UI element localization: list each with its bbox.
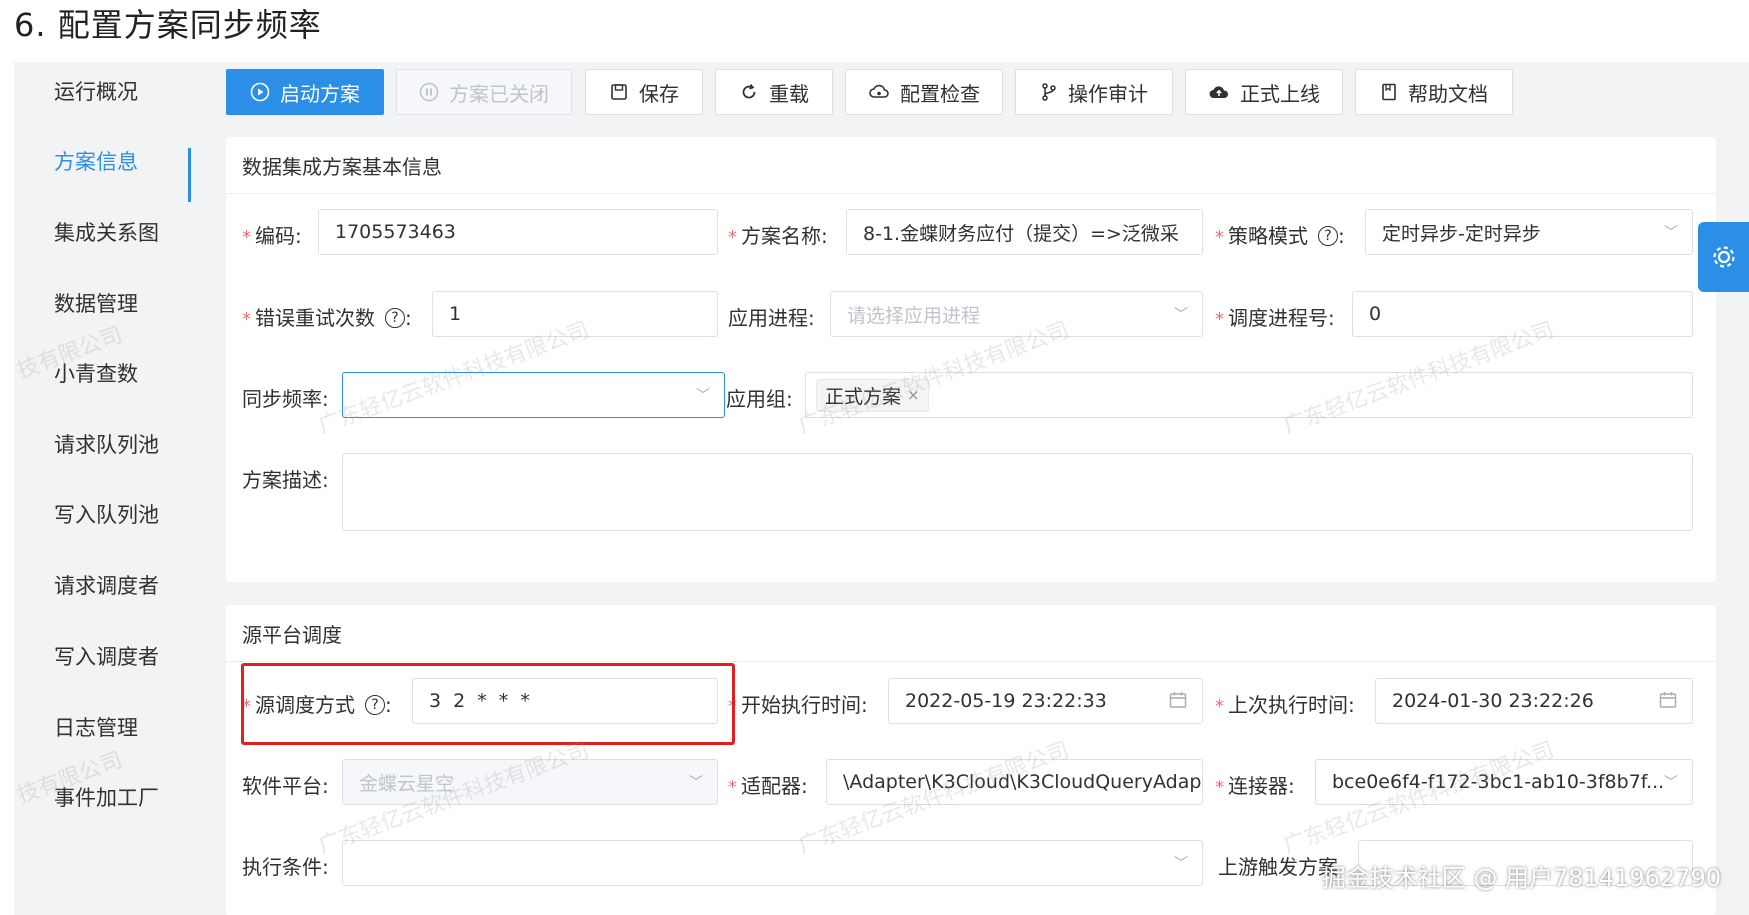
adapter-input[interactable]: \Adapter\K3Cloud\K3CloudQueryAdap bbox=[826, 759, 1203, 805]
sidebar-item-write-queue[interactable]: 写入队列池 bbox=[54, 499, 159, 529]
start-time-picker[interactable]: 2022-05-19 23:22:33 bbox=[888, 678, 1203, 724]
help-docs-button[interactable]: 帮助文档 bbox=[1355, 69, 1513, 115]
sync-frequency-select[interactable]: ﹀ bbox=[342, 372, 725, 418]
pause-circle-icon bbox=[419, 82, 439, 102]
audit-button[interactable]: 操作审计 bbox=[1015, 69, 1173, 115]
chevron-down-icon: ﹀ bbox=[696, 388, 710, 404]
audit-label: 操作审计 bbox=[1068, 81, 1148, 106]
document-icon bbox=[1380, 82, 1398, 102]
description-label: 方案描述: bbox=[242, 468, 329, 492]
plan-name-input[interactable]: 8-1.金蝶财务应付（提交）=>泛微采 bbox=[846, 209, 1203, 255]
publish-label: 正式上线 bbox=[1240, 81, 1320, 106]
code-input[interactable]: 1705573463 bbox=[318, 209, 718, 255]
platform-select[interactable]: 金蝶云星空 ﹀ bbox=[342, 759, 718, 805]
gear-icon bbox=[1712, 246, 1735, 268]
chevron-down-icon: ﹀ bbox=[1664, 775, 1678, 791]
calendar-icon bbox=[1659, 692, 1677, 708]
branch-icon bbox=[1040, 82, 1058, 102]
sidebar-item-write-scheduler[interactable]: 写入调度者 bbox=[54, 641, 159, 671]
basic-info-title: 数据集成方案基本信息 bbox=[242, 155, 442, 179]
close-icon[interactable]: × bbox=[907, 386, 920, 404]
plan-closed-label: 方案已关闭 bbox=[449, 81, 549, 106]
chevron-down-icon: ﹀ bbox=[689, 775, 703, 791]
cloud-check-icon bbox=[868, 82, 890, 102]
cloud-upload-icon bbox=[1208, 83, 1230, 101]
connector-label: * 连接器: bbox=[1215, 774, 1295, 798]
sidebar-item-data-management[interactable]: 数据管理 bbox=[54, 288, 138, 318]
play-circle-icon bbox=[250, 82, 270, 102]
plan-name-label: * 方案名称: bbox=[728, 224, 828, 248]
card-divider bbox=[226, 661, 1716, 662]
connector-select[interactable]: bce0e6f4-f172-3bc1-ab10-3f8b7f... ﹀ bbox=[1315, 759, 1693, 805]
strategy-label: * 策略模式?: bbox=[1215, 224, 1345, 248]
strategy-select[interactable]: 定时异步-定时异步 ﹀ bbox=[1365, 209, 1693, 255]
save-label: 保存 bbox=[639, 81, 679, 106]
calendar-icon bbox=[1169, 692, 1187, 708]
reload-label: 重载 bbox=[769, 81, 809, 106]
app-group-label: 应用组: bbox=[726, 387, 793, 411]
adapter-label: * 适配器: bbox=[728, 774, 808, 798]
app-group-tag[interactable]: 正式方案 × bbox=[816, 378, 929, 412]
start-time-label: * 开始执行时间: bbox=[728, 693, 868, 717]
sidebar-item-request-queue[interactable]: 请求队列池 bbox=[54, 429, 159, 459]
last-time-picker[interactable]: 2024-01-30 23:22:26 bbox=[1375, 678, 1693, 724]
reload-icon bbox=[739, 82, 759, 102]
card-divider bbox=[226, 193, 1716, 194]
start-plan-button[interactable]: 启动方案 bbox=[226, 69, 384, 115]
retry-label: * 错误重试次数?: bbox=[242, 306, 412, 330]
exec-condition-label: 执行条件: bbox=[242, 855, 329, 879]
config-check-label: 配置检查 bbox=[900, 81, 980, 106]
sidebar-item-log-management[interactable]: 日志管理 bbox=[54, 712, 138, 742]
chevron-down-icon: ﹀ bbox=[1174, 307, 1188, 323]
description-textarea[interactable] bbox=[342, 453, 1693, 531]
sidebar: 运行概况 方案信息 集成关系图 数据管理 小青查数 请求队列池 写入队列池 请求… bbox=[14, 62, 194, 915]
app-group-select[interactable]: 正式方案 × bbox=[805, 372, 1693, 418]
footer-watermark: 掘金技术社区 @ 用户78141962790 bbox=[1321, 864, 1721, 892]
process-label: 应用进程: bbox=[728, 306, 815, 330]
retry-input[interactable]: 1 bbox=[432, 291, 718, 337]
config-check-button[interactable]: 配置检查 bbox=[845, 69, 1003, 115]
sidebar-item-event-factory[interactable]: 事件加工厂 bbox=[54, 782, 159, 812]
upstream-trigger-label: 上游触发方案 bbox=[1218, 855, 1338, 879]
exec-condition-select[interactable]: ﹀ bbox=[342, 840, 1203, 886]
sidebar-item-query[interactable]: 小青查数 bbox=[54, 358, 138, 388]
process-select[interactable]: 请选择应用进程 ﹀ bbox=[830, 291, 1203, 337]
source-schedule-title: 源平台调度 bbox=[242, 623, 342, 647]
reload-button[interactable]: 重载 bbox=[715, 69, 833, 115]
sidebar-item-request-scheduler[interactable]: 请求调度者 bbox=[54, 570, 159, 600]
sidebar-item-relation-graph[interactable]: 集成关系图 bbox=[54, 217, 159, 247]
active-indicator bbox=[188, 148, 191, 202]
help-icon[interactable]: ? bbox=[1318, 225, 1338, 246]
sidebar-item-overview[interactable]: 运行概况 bbox=[54, 76, 138, 106]
sched-process-label: * 调度进程号: bbox=[1215, 306, 1335, 330]
sync-frequency-label: 同步频率: bbox=[242, 387, 329, 411]
publish-button[interactable]: 正式上线 bbox=[1185, 69, 1343, 115]
save-icon bbox=[609, 82, 629, 102]
save-button[interactable]: 保存 bbox=[585, 69, 703, 115]
code-label: * 编码: bbox=[242, 224, 302, 248]
chevron-down-icon: ﹀ bbox=[1174, 856, 1188, 872]
settings-tab[interactable] bbox=[1698, 222, 1749, 292]
page-heading: 6. 配置方案同步频率 bbox=[14, 6, 322, 44]
last-time-label: * 上次执行时间: bbox=[1215, 693, 1355, 717]
chevron-down-icon: ﹀ bbox=[1664, 225, 1678, 241]
sidebar-item-plan-info[interactable]: 方案信息 bbox=[54, 146, 138, 176]
help-icon[interactable]: ? bbox=[385, 307, 405, 328]
highlight-box bbox=[241, 663, 735, 745]
sched-process-input[interactable]: 0 bbox=[1352, 291, 1693, 337]
plan-closed-button[interactable]: 方案已关闭 bbox=[396, 69, 572, 115]
platform-label: 软件平台: bbox=[242, 774, 329, 798]
start-plan-label: 启动方案 bbox=[280, 81, 360, 106]
help-docs-label: 帮助文档 bbox=[1408, 81, 1488, 106]
